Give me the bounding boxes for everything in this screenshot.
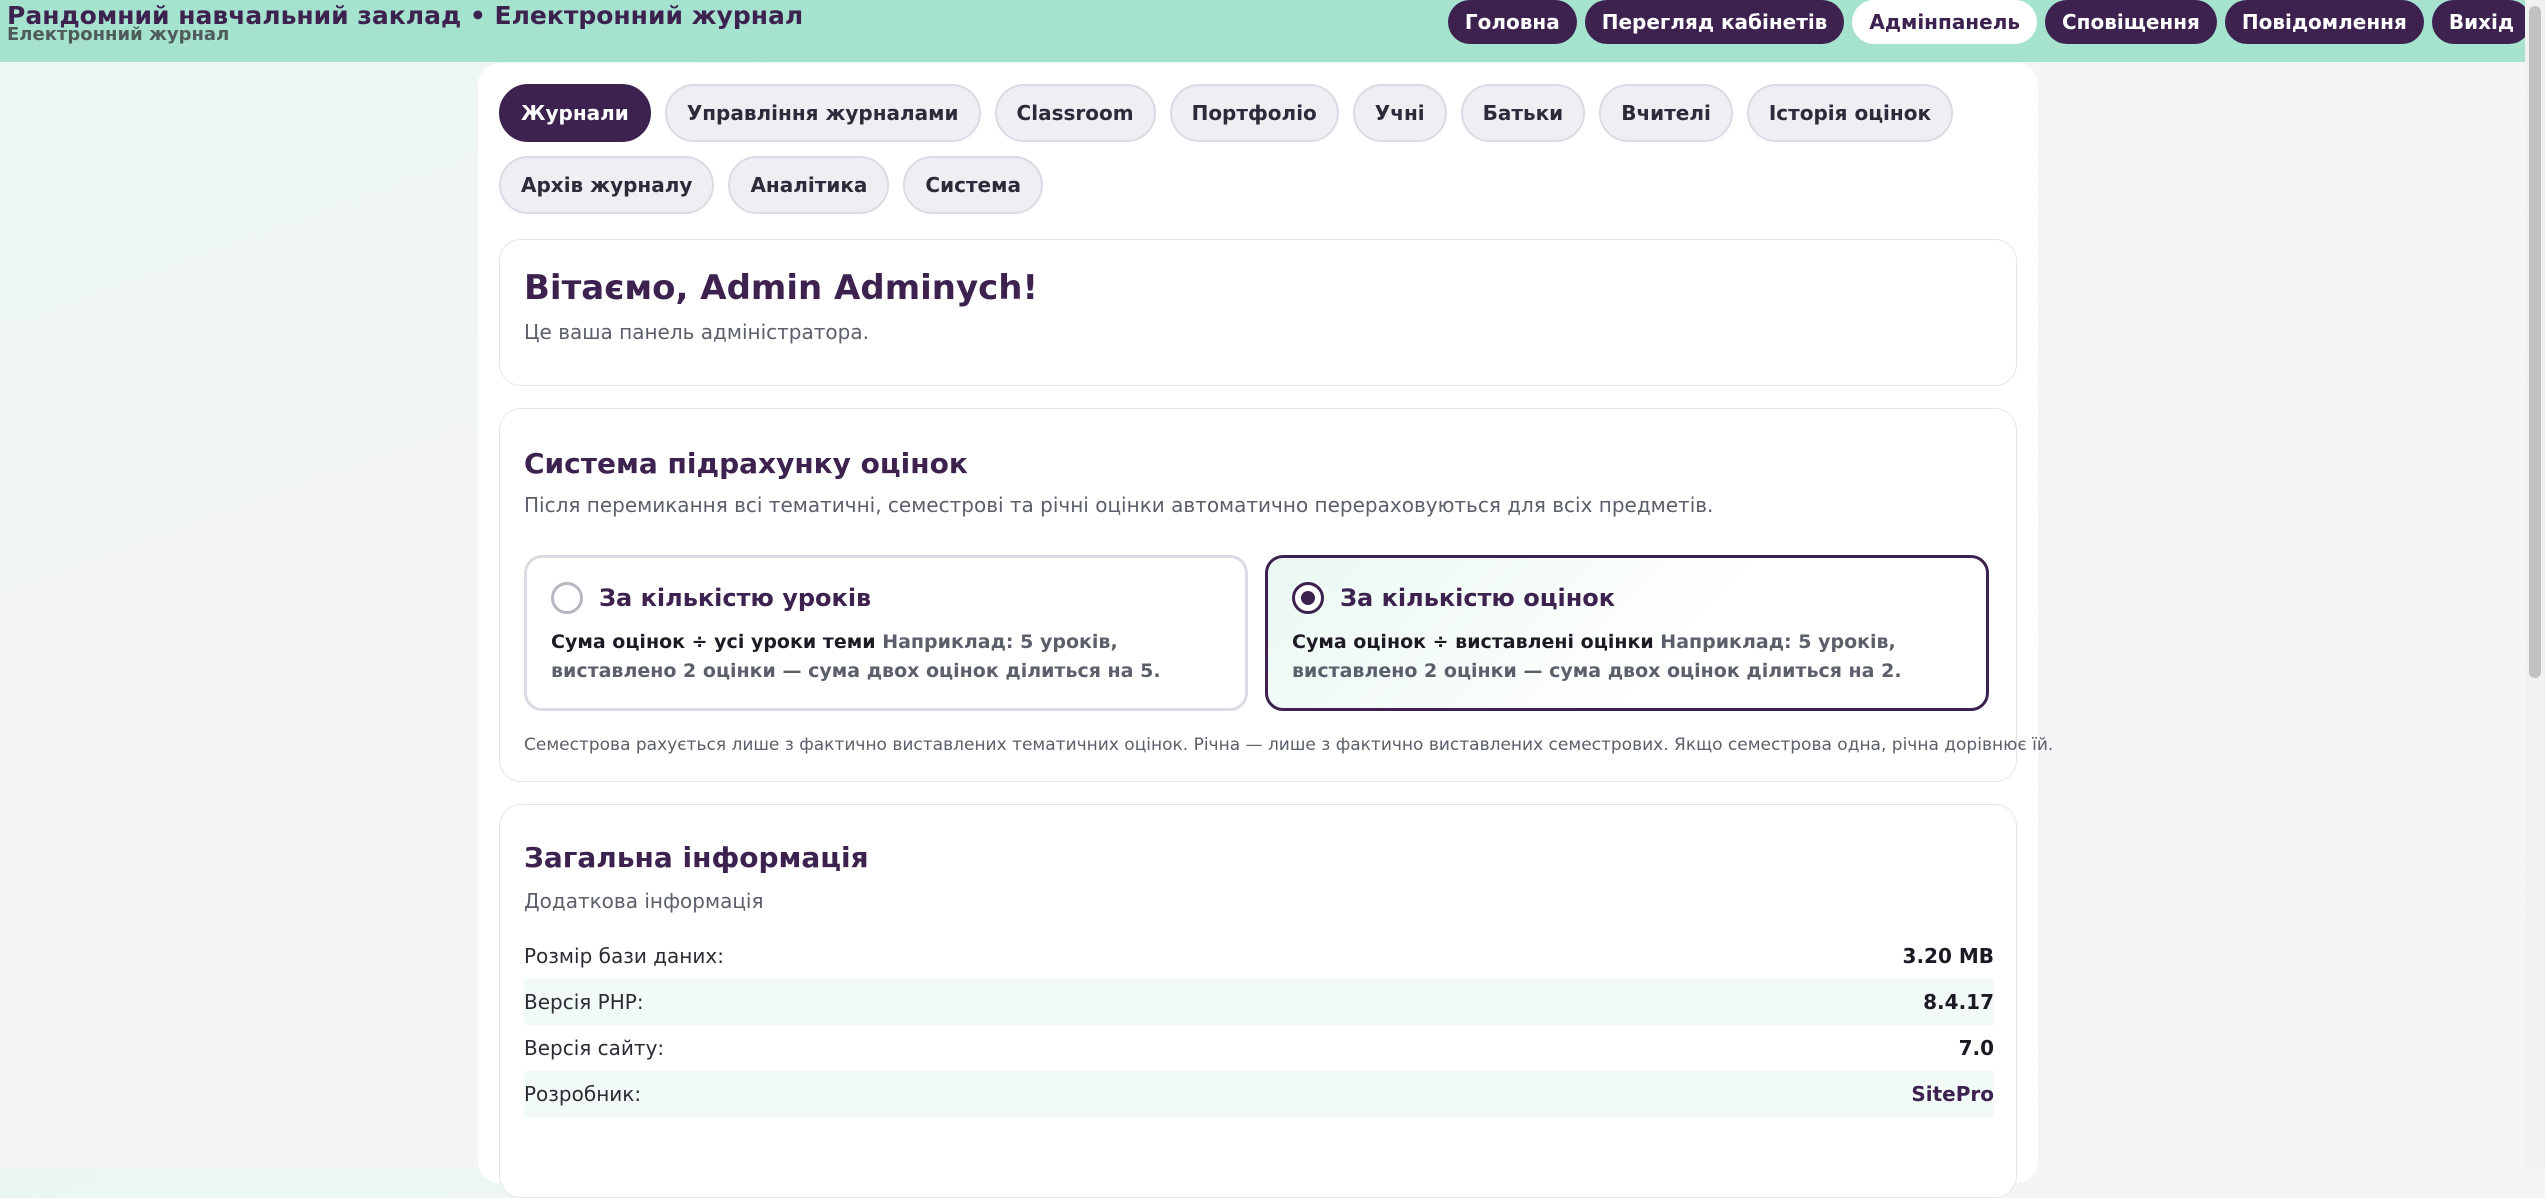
tab-grade-history[interactable]: Історія оцінок <box>1746 84 1954 142</box>
top-navigation: Головна Перегляд кабінетів Адмінпанель С… <box>1447 0 2531 44</box>
nav-home[interactable]: Головна <box>1447 0 1577 44</box>
tab-journals[interactable]: Журнали <box>499 84 651 142</box>
info-subtitle: Додаткова інформація <box>524 889 764 913</box>
info-title: Загальна інформація <box>524 841 869 874</box>
scrollbar-thumb[interactable] <box>2529 6 2541 678</box>
option-title: За кількістю уроків <box>599 584 872 612</box>
developer-link[interactable]: SitePro <box>1911 1082 1994 1106</box>
info-row-site-version: Версія сайту: 7.0 <box>524 1025 1994 1071</box>
tab-analytics[interactable]: Аналітика <box>728 156 890 214</box>
grading-system-card: Система підрахунку оцінок Після перемика… <box>499 408 2053 782</box>
info-value: 7.0 <box>1958 1036 1994 1060</box>
info-row-developer: Розробник: SitePro <box>524 1071 1994 1117</box>
info-label: Версія PHP: <box>524 990 644 1014</box>
option-formula: Сума оцінок ÷ виставлені оцінки <box>1292 631 1654 653</box>
tab-system[interactable]: Система <box>903 156 1043 214</box>
info-value: 8.4.17 <box>1923 990 1994 1014</box>
tab-journal-archive[interactable]: Архів журналу <box>499 156 715 214</box>
grading-option-by-grades[interactable]: За кількістю оцінок Сума оцінок ÷ вистав… <box>1265 555 1989 711</box>
grading-description: Після перемикання всі тематичні, семестр… <box>524 493 1714 517</box>
welcome-title: Вітаємо, Admin Adminych! <box>524 268 1039 308</box>
option-description: Сума оцінок ÷ усі уроки теми Наприклад: … <box>551 628 1231 686</box>
nav-admin[interactable]: Адмінпанель <box>1852 0 2037 44</box>
tab-students[interactable]: Учні <box>1352 84 1447 142</box>
tab-teachers[interactable]: Вчителі <box>1599 84 1733 142</box>
grading-option-by-lessons[interactable]: За кількістю уроків Сума оцінок ÷ усі ур… <box>524 555 1248 711</box>
nav-logout[interactable]: Вихід <box>2431 0 2531 44</box>
grading-note: Семестрова рахується лише з фактично вис… <box>524 735 2054 755</box>
admin-tabs: Журнали Управління журналами Classroom П… <box>499 84 2019 214</box>
info-row-php-version: Версія PHP: 8.4.17 <box>524 979 1994 1025</box>
tab-portfolio[interactable]: Портфоліо <box>1169 84 1339 142</box>
page-scrollbar[interactable] <box>2525 0 2545 1169</box>
radio-unchecked-icon[interactable] <box>551 582 583 614</box>
top-header: Рандомний навчальний заклад • Електронни… <box>0 0 2545 62</box>
brand: Рандомний навчальний заклад • Електронни… <box>7 0 803 44</box>
tab-parents[interactable]: Батьки <box>1460 84 1586 142</box>
welcome-text: Це ваша панель адміністратора. <box>524 320 869 344</box>
info-label: Версія сайту: <box>524 1036 665 1060</box>
admin-panel: Журнали Управління журналами Classroom П… <box>478 63 2053 1198</box>
info-label: Розробник: <box>524 1082 642 1106</box>
welcome-card: Вітаємо, Admin Adminych! Це ваша панель … <box>499 239 2017 386</box>
grading-title: Система підрахунку оцінок <box>524 447 968 480</box>
nav-notifications[interactable]: Сповіщення <box>2045 0 2217 44</box>
option-formula: Сума оцінок ÷ усі уроки теми <box>551 631 876 653</box>
nav-rooms[interactable]: Перегляд кабінетів <box>1584 0 1845 44</box>
info-value: 3.20 MB <box>1902 944 1994 968</box>
info-row-db-size: Розмір бази даних: 3.20 MB <box>524 933 1994 979</box>
radio-checked-icon[interactable] <box>1292 582 1324 614</box>
option-description: Сума оцінок ÷ виставлені оцінки Наприкла… <box>1292 628 1972 686</box>
info-label: Розмір бази даних: <box>524 944 724 968</box>
tab-journal-management[interactable]: Управління журналами <box>664 84 981 142</box>
nav-messages[interactable]: Повідомлення <box>2224 0 2424 44</box>
general-info-card: Загальна інформація Додаткова інформація… <box>499 804 2017 1198</box>
option-title: За кількістю оцінок <box>1340 584 1616 612</box>
tab-classroom[interactable]: Classroom <box>994 84 1156 142</box>
